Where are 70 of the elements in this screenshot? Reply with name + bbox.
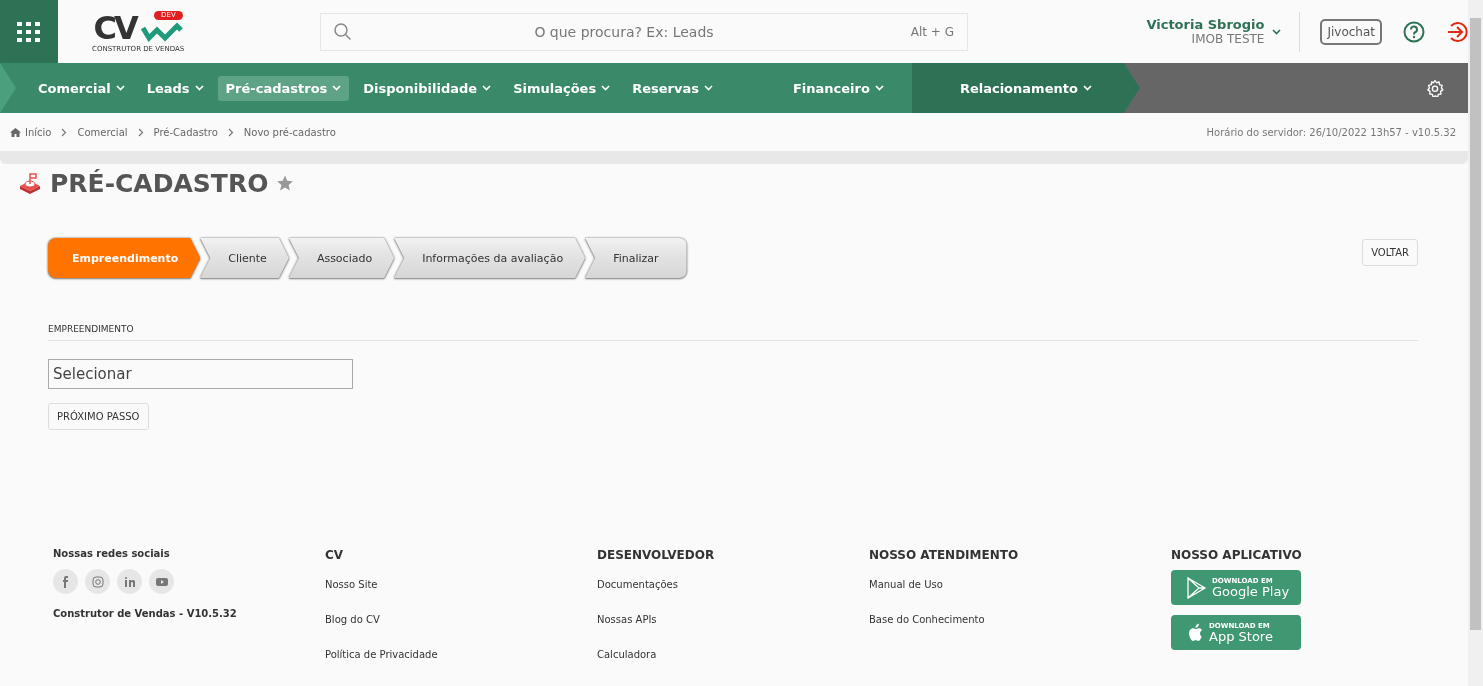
caret-icon [332, 85, 342, 91]
help-icon[interactable] [1403, 20, 1425, 43]
footer-heading: DESENVOLVEDOR [597, 548, 716, 562]
breadcrumb-link[interactable]: Comercial [77, 126, 128, 138]
grid-icon [17, 21, 41, 42]
shortcut-hint: Alt + G [910, 24, 954, 39]
youtube-icon [155, 575, 168, 588]
footer-link[interactable]: Base do Conhecimento [869, 614, 1171, 649]
menu-item[interactable]: Financeiro [784, 75, 892, 101]
settings-icon[interactable] [1426, 79, 1444, 97]
menu-item[interactable]: Disponibilidade [355, 75, 500, 101]
social-title: Nossas redes sociais [53, 548, 171, 559]
menu-item[interactable]: Simulações [505, 75, 619, 101]
footer-link[interactable]: Política de Privacidade [325, 649, 597, 684]
caret-icon [874, 85, 884, 91]
footer-heading: NOSSO ATENDIMENTO [869, 548, 1020, 562]
breadcrumb-current: Novo pré-cadastro [243, 126, 336, 138]
menu-item[interactable]: Reservas [624, 75, 721, 101]
menu-item[interactable]: Relacionamento [951, 75, 1100, 101]
scrollbar[interactable] [1468, 0, 1483, 686]
play-store-icon [1187, 576, 1207, 599]
footer-link[interactable]: Calculadora [597, 649, 869, 684]
facebook-button[interactable] [53, 569, 78, 594]
chevron-icon [137, 127, 144, 137]
wizard-step[interactable]: Informações da avaliação [394, 238, 586, 278]
logout-icon[interactable] [1446, 20, 1468, 43]
chevron-icon [61, 127, 68, 137]
apple-icon [1187, 622, 1204, 643]
youtube-button[interactable] [149, 569, 174, 594]
linkedin-icon [123, 575, 136, 588]
search-icon [334, 22, 352, 41]
caret-icon [482, 85, 492, 91]
version-text: Construtor de Vendas - V10.5.32 [53, 608, 238, 619]
breadcrumb-link[interactable]: Pré-Cadastro [153, 126, 218, 138]
caret-icon [194, 85, 204, 91]
wizard-step[interactable]: Associado [288, 238, 395, 278]
chevron-icon [227, 127, 234, 137]
section-label: EMPREENDIMENTO [48, 324, 1418, 341]
breadcrumb-link[interactable]: Início [10, 126, 52, 138]
user-name[interactable]: Victoria Sbrogio [1146, 17, 1265, 32]
caret-icon [115, 85, 125, 91]
menu-item[interactable]: Leads [138, 75, 212, 101]
target-icon [18, 172, 42, 194]
caret-icon [601, 85, 611, 91]
star-icon[interactable] [276, 174, 295, 192]
footer-heading: CV [325, 548, 345, 562]
caret-icon [1082, 85, 1092, 91]
home-icon [10, 127, 21, 137]
next-step-button[interactable]: PRÓXIMO PASSO [48, 403, 149, 430]
footer-link[interactable]: Nossas APIs [597, 614, 869, 649]
chat-button[interactable]: Jivochat [1320, 18, 1382, 45]
server-time: Horário do servidor: 26/10/2022 13h57 - v10.5.32 [1206, 126, 1456, 138]
back-button[interactable]: VOLTAR [1362, 239, 1418, 266]
footer-link[interactable]: Manual de Uso [869, 579, 1171, 614]
wizard-step[interactable]: Cliente [200, 238, 289, 278]
apps-menu-button[interactable] [0, 0, 58, 63]
caret-icon [703, 85, 713, 91]
instagram-icon [91, 575, 104, 588]
select-field[interactable]: Selecionar [48, 359, 353, 389]
footer-link[interactable]: Blog do CV [325, 614, 597, 649]
page-title: PRÉ-CADASTRO [50, 168, 269, 198]
wizard-step[interactable]: Finalizar [585, 238, 687, 278]
footer-link[interactable]: Nosso Site [325, 579, 597, 614]
company-name: IMOB TESTE [1190, 32, 1265, 46]
caret-icon [1272, 28, 1282, 35]
linkedin-button[interactable] [117, 569, 142, 594]
menu-item[interactable]: Comercial [30, 75, 133, 101]
footer-heading: NOSSO APLICATIVO [1171, 548, 1303, 562]
instagram-button[interactable] [85, 569, 110, 594]
footer-link[interactable]: Documentações [597, 579, 869, 614]
